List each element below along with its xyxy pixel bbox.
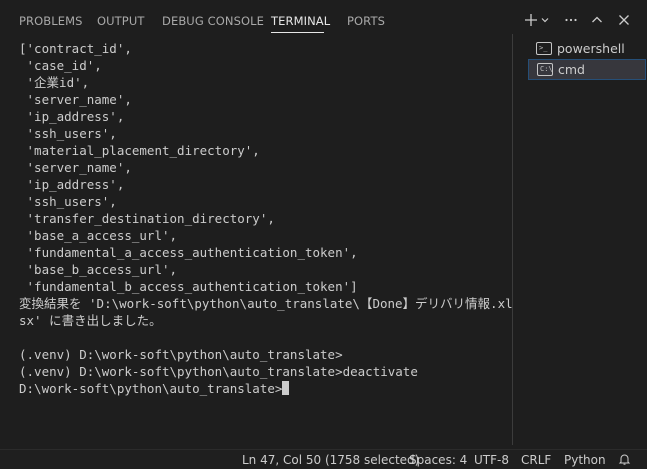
tab-debug-console[interactable]: DEBUG CONSOLE xyxy=(162,14,264,28)
terminal-line: 'ssh_users', xyxy=(19,194,117,209)
terminal-line: (.venv) D:\work-soft\python\auto_transla… xyxy=(19,364,418,379)
terminal-output[interactable]: ['contract_id', 'case_id', '企業id', 'serv… xyxy=(19,40,519,440)
terminal-line: 'base_b_access_url', xyxy=(19,262,178,277)
terminal-line: 'fundamental_a_access_authentication_tok… xyxy=(19,245,358,260)
terminal-list: >_ powershell C:\ cmd xyxy=(512,34,647,445)
terminal-line: 'transfer_destination_directory', xyxy=(19,211,275,226)
indentation-status[interactable]: Spaces: 4 xyxy=(409,453,467,467)
terminal-icon: >_ xyxy=(536,42,552,55)
cursor-position[interactable]: Ln 47, Col 50 (1758 selected) xyxy=(242,453,419,467)
tab-ports[interactable]: PORTS xyxy=(347,14,385,28)
terminal-line: (.venv) D:\work-soft\python\auto_transla… xyxy=(19,347,343,362)
chevron-up-icon xyxy=(592,16,602,23)
more-actions-button[interactable] xyxy=(562,10,580,30)
cmd-icon: C:\ xyxy=(537,63,553,76)
notifications-button[interactable] xyxy=(618,453,631,469)
terminal-line: 'ip_address', xyxy=(19,109,125,124)
active-tab-indicator xyxy=(271,32,324,33)
terminal-line: 'base_a_access_url', xyxy=(19,228,178,243)
terminal-cursor xyxy=(282,381,290,395)
prompt-text: D:\work-soft\python\auto_translate> xyxy=(19,381,283,396)
close-panel-button[interactable] xyxy=(615,10,633,30)
terminal-item-label: cmd xyxy=(558,62,585,77)
ellipsis-icon xyxy=(565,18,577,22)
chevron-down-icon xyxy=(541,18,549,23)
language-mode[interactable]: Python xyxy=(564,453,606,467)
terminal-item-label: powershell xyxy=(557,41,625,56)
terminal-line: ['contract_id', xyxy=(19,41,132,56)
terminal-line: sx' に書き出しました。 xyxy=(19,313,162,328)
plus-icon xyxy=(525,14,537,26)
eol-status[interactable]: CRLF xyxy=(521,453,551,467)
terminal-line: '企業id', xyxy=(19,75,90,90)
bell-icon xyxy=(618,454,631,465)
terminal-line: 'server_name', xyxy=(19,160,132,175)
terminal-line: 'fundamental_b_access_authentication_tok… xyxy=(19,279,358,294)
close-icon xyxy=(619,15,629,25)
terminal-item-cmd[interactable]: C:\ cmd xyxy=(528,59,646,80)
terminal-line: 'material_placement_directory', xyxy=(19,143,260,158)
terminal-dropdown-button[interactable] xyxy=(539,10,551,30)
new-terminal-button[interactable] xyxy=(522,10,540,30)
terminal-line: 'server_name', xyxy=(19,92,132,107)
terminal-prompt-line: D:\work-soft\python\auto_translate> xyxy=(19,380,290,397)
maximize-panel-button[interactable] xyxy=(588,10,606,30)
terminal-line: 'case_id', xyxy=(19,58,102,73)
status-bar: Ln 47, Col 50 (1758 selected) Spaces: 4 … xyxy=(0,449,647,469)
terminal-line: 'ssh_users', xyxy=(19,126,117,141)
terminal-item-powershell[interactable]: >_ powershell xyxy=(528,38,646,59)
tab-terminal[interactable]: TERMINAL xyxy=(271,14,330,28)
terminal-line: 変換結果を 'D:\work-soft\python\auto_translat… xyxy=(19,296,513,311)
tab-output[interactable]: OUTPUT xyxy=(97,14,144,28)
tab-problems[interactable]: PROBLEMS xyxy=(19,14,83,28)
terminal-line: 'ip_address', xyxy=(19,177,125,192)
encoding-status[interactable]: UTF-8 xyxy=(474,453,509,467)
